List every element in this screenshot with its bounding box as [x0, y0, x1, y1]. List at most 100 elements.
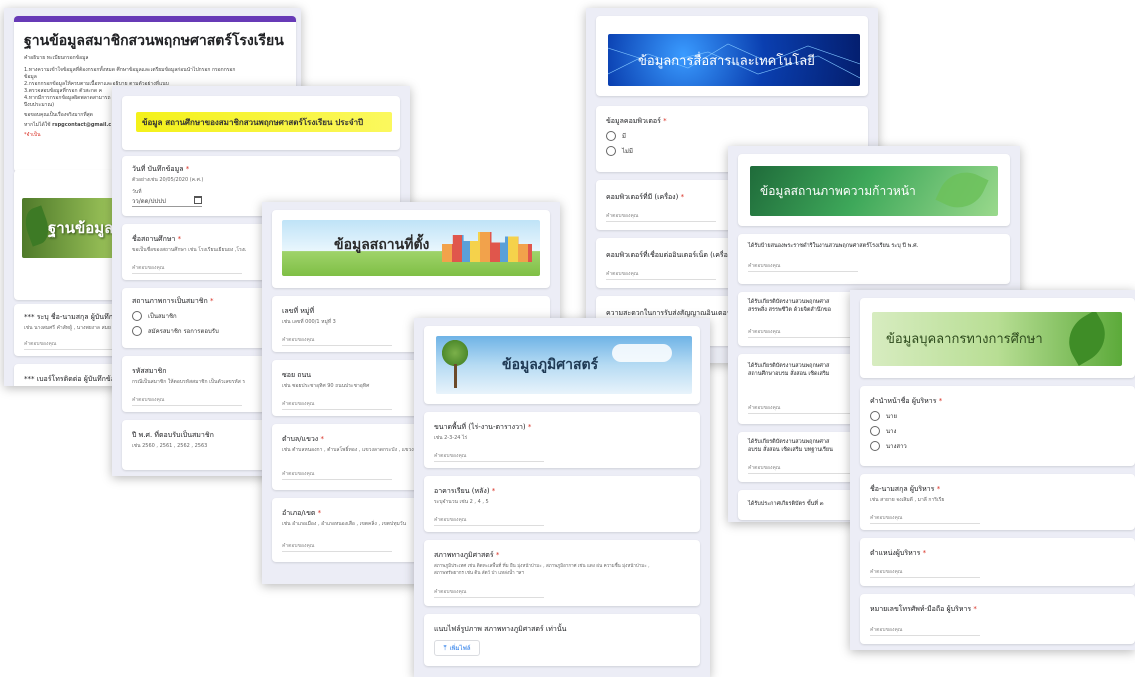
question-title: คอมพิวเตอร์ที่มี (เครื่อง) * — [606, 193, 685, 201]
question-title: ชื่อ-นามสกุล ผู้บริหาร * — [870, 485, 941, 493]
banner-image-leaves: ข้อมูลสถานภาพความก้าวหน้า — [750, 166, 998, 216]
question-label: วันที่ บันทึกข้อมูล — [132, 165, 184, 173]
question-card-upload: แนบไฟล์รูปภาพ สภาพทางภูมิศาสตร์ เท่านั้น… — [424, 614, 700, 666]
tree-icon — [442, 340, 468, 366]
question-hint: ขอเป็นชื่อของสถานศึกษา เช่น โรงเรียนเยีย… — [132, 247, 246, 253]
banner-title: ข้อมูลสถานที่ตั้ง — [334, 237, 430, 253]
question-label: ขนาดพื้นที่ (ไร่-งาน-ตารางวา) — [434, 423, 526, 431]
form-title: ฐานข้อมูลสมาชิกสวนพฤกษศาสตร์โรงเรียน — [24, 33, 284, 49]
radio-circle-icon — [132, 311, 142, 321]
section-banner-card: ข้อมูลการสื่อสารและเทคโนโลยี — [596, 16, 868, 96]
radio-option[interactable]: นาย — [870, 411, 907, 421]
question-card-buildings: อาคารเรียน (หลัง) * ระบุจำนวน เช่น 2 , 4… — [424, 476, 700, 532]
question-label: อาคารเรียน (หลัง) — [434, 487, 490, 495]
question-hint: เช่น 2-3-24 ไร่ — [434, 435, 468, 441]
section-banner-card: ข้อมูลสถานที่ตั้ง — [272, 210, 550, 288]
question-title-line2: สรรพสิ่ง สรรพชีวิต ด้วยจิตสำนึกขอ — [748, 307, 831, 313]
answer-field[interactable]: คำตอบของคุณ — [434, 516, 544, 526]
question-hint: เช่น อำเภอเมือง , อำเภอหนองเสือ , เขตคลิ… — [282, 521, 407, 527]
answer-field[interactable]: คำตอบของคุณ — [282, 542, 392, 552]
radio-circle-icon — [606, 146, 616, 156]
radio-option[interactable]: ไม่มี — [606, 146, 633, 156]
question-card-admin-name: ชื่อ-นามสกุล ผู้บริหาร * เช่น สายาย จงเส… — [860, 474, 1135, 530]
radio-option[interactable]: สมัครสมาชิก รอการตอบรับ — [132, 326, 219, 336]
question-title: อาคารเรียน (หลัง) * — [434, 487, 496, 495]
contact-email[interactable]: rspgcontact@gmail.c — [52, 122, 111, 128]
contact-prefix: หากไม่ได้ใช้ — [24, 122, 53, 128]
question-title: วันที่ บันทึกข้อมูล * — [132, 165, 190, 173]
question-hint: เช่น 2560 , 2561 , 2562 , 2563 — [132, 443, 208, 449]
answer-field[interactable]: คำตอบของคุณ — [606, 270, 716, 280]
question-title: อำเภอ/เขต * — [282, 509, 322, 517]
question-card-admin-phone: หมายเลขโทรศัพท์-มือถือ ผู้บริหาร * คำตอบ… — [860, 594, 1135, 644]
question-card-geography: สภาพทางภูมิศาสตร์ * สภาพภูมิประเทศ เช่น … — [424, 540, 700, 606]
question-title: ได้รับป้ายสนองพระราชดำริในงานสวนพฤกษศาสต… — [748, 243, 919, 249]
leaf-icon — [1058, 312, 1116, 366]
question-hint: เช่น นางสมศรี คำสัทผู้ , นางพยงาล สมย — [24, 325, 111, 331]
answer-field[interactable]: คำตอบของคุณ — [434, 452, 544, 462]
question-title: ตำบล/แขวง * — [282, 435, 324, 443]
radio-option[interactable]: นางสาว — [870, 441, 907, 451]
desc-line: 1.ทางความเข้าใจข้อมูลที่ต้องกรอกทั้งหมด … — [24, 67, 236, 73]
answer-field[interactable]: คำตอบของคุณ — [748, 464, 858, 474]
desc-line: ข้อมูล — [24, 74, 37, 80]
question-title: ปี พ.ศ. ที่ตอบรับเป็นสมาชิก — [132, 431, 214, 439]
answer-field[interactable]: คำตอบของคุณ — [748, 262, 858, 272]
question-card-royal-sign: ได้รับป้ายสนองพระราชดำริในงานสวนพฤกษศาสต… — [738, 234, 1010, 284]
banner-image-sky: ข้อมูลภูมิศาสตร์ — [436, 336, 692, 394]
question-title: *** เบอร์โทรติดต่อ ผู้บันทึกข้อมูล — [24, 375, 124, 383]
question-card-land-area: ขนาดพื้นที่ (ไร่-งาน-ตารางวา) * เช่น 2-3… — [424, 412, 700, 468]
question-title: ได้รับประกาศเกียรติบัตร ขั้นที่ ๓ — [748, 501, 824, 507]
banner-title: ข้อมูลภูมิศาสตร์ — [502, 357, 599, 373]
answer-field[interactable]: คำตอบของคุณ — [132, 396, 242, 406]
question-title: เลขที่ หมู่ที่ — [282, 307, 315, 315]
answer-field[interactable]: คำตอบของคุณ — [870, 514, 980, 524]
radio-circle-icon — [870, 411, 880, 421]
section-banner-card: ข้อมูลสถานภาพความก้าวหน้า — [738, 154, 1010, 226]
question-title-line2: สถานศึกษาอบรม สั่งสอน เชิดเสริม — [748, 371, 830, 377]
answer-field[interactable]: คำตอบของคุณ — [282, 336, 392, 346]
question-hint: ระบุจำนวน เช่น 2 , 4 , 5 — [434, 499, 489, 505]
answer-field[interactable]: คำตอบของคุณ — [282, 400, 392, 410]
answer-field[interactable]: คำตอบของคุณ — [870, 626, 980, 636]
answer-field[interactable]: คำตอบของคุณ — [282, 470, 392, 480]
answer-field[interactable]: คำตอบของคุณ — [132, 264, 242, 274]
calendar-icon[interactable] — [194, 196, 202, 204]
question-label: อำเภอ/เขต — [282, 509, 316, 517]
form-subtitle: คำอธิบาย ทะเบียนกรอกข้อมูล — [24, 55, 89, 61]
question-title-line2: อบรม สั่งสอน เชิดเสริม บทฐานเรียน — [748, 447, 833, 453]
banner-image-network: ข้อมูลการสื่อสารและเทคโนโลยี — [608, 34, 860, 86]
section-banner-card: ข้อมูลบุคลากรทางการศึกษา — [860, 298, 1135, 378]
date-placeholder: วว/ดด/ปปปป — [132, 198, 166, 205]
question-hint-line2: สภาพทรัพยากร เช่น ดิน สัตว์ ป่า แหล่งน้ำ… — [434, 571, 524, 576]
date-input[interactable]: วว/ดด/ปปปป — [132, 196, 202, 207]
question-label: หมายเลขโทรศัพท์-มือถือ ผู้บริหาร — [870, 605, 972, 613]
question-hint: ตัวอย่างเช่น 20/05/2020 (ค.ศ.) — [132, 177, 204, 183]
question-label: สถานภาพการเป็นสมาชิก — [132, 297, 208, 305]
question-title: สภาพทางภูมิศาสตร์ * — [434, 551, 500, 559]
answer-field[interactable]: คำตอบของคุณ — [748, 328, 858, 338]
option-label: นาง — [886, 428, 897, 435]
answer-field[interactable]: คำตอบของคุณ — [870, 568, 980, 578]
add-file-label: เพิ่มไฟล์ — [449, 645, 471, 652]
radio-circle-icon — [132, 326, 142, 336]
question-hint: สภาพภูมิประเทศ เช่น ติดทะเลพื้นที่ ที่ม … — [434, 564, 650, 569]
answer-field[interactable]: คำตอบของคุณ — [748, 404, 858, 414]
question-hint: เช่น ตำบลหนองกา , ตำบลโพธิ์ทอง , แขวงลาด… — [282, 447, 420, 453]
radio-group: นาย นาง นางสาว — [870, 406, 907, 451]
radio-option[interactable]: มี — [606, 131, 633, 141]
radio-option[interactable]: เป็นสมาชิก — [132, 311, 219, 321]
answer-field[interactable]: คำตอบของคุณ — [606, 212, 716, 222]
question-hint: กรณีเป็นสมาชิก ให้ตอบรหัสสมาชิก เป็นตัวเ… — [132, 379, 246, 385]
banner-image-green-leaf: ข้อมูลบุคลากรทางการศึกษา — [872, 312, 1122, 366]
question-card-admin-position: ตำแหน่งผู้บริหาร * คำตอบของคุณ — [860, 538, 1135, 586]
add-file-button[interactable]: ⤒ เพิ่มไฟล์ — [434, 640, 480, 656]
banner-title: ข้อมูลบุคลากรทางการศึกษา — [886, 332, 1043, 347]
option-label: สมัครสมาชิก รอการตอบรับ — [148, 328, 219, 335]
radio-option[interactable]: นาง — [870, 426, 907, 436]
tree-trunk — [454, 364, 457, 388]
answer-field[interactable]: คำตอบของคุณ — [434, 588, 544, 598]
form-sheet-education-personnel: ข้อมูลบุคลากรทางการศึกษา คำนำหน้าชื่อ ผู… — [850, 290, 1135, 650]
question-title: ซอย ถนน — [282, 371, 312, 379]
question-label: คอมพิวเตอร์ที่มี (เครื่อง) — [606, 193, 679, 201]
